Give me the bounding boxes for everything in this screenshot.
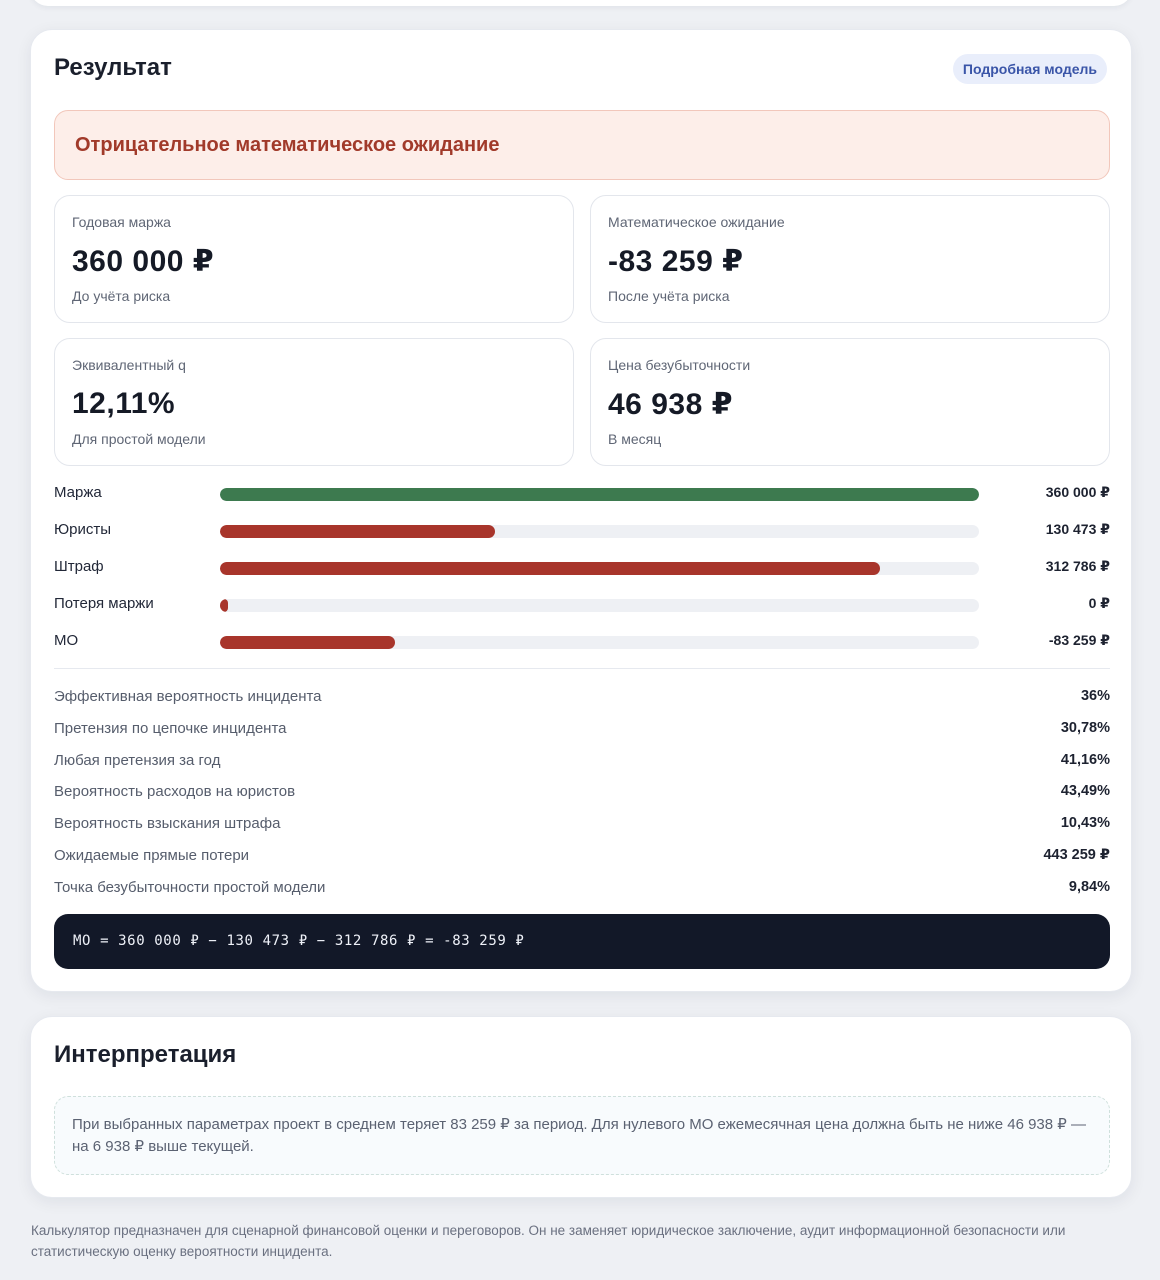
interpretation-title: Интерпретация — [54, 1041, 237, 1068]
stat-row: Вероятность расходов на юристов 43,49% — [54, 780, 1110, 812]
stat-label: Эффективная вероятность инцидента — [54, 688, 322, 705]
bar-track — [220, 525, 979, 538]
stat-label: Точка безубыточности простой модели — [54, 878, 326, 896]
bar-value: 0 ₽ — [1088, 595, 1110, 611]
bar-row-margin: Маржа 360 000 ₽ — [54, 480, 1110, 517]
stat-row: Вероятность взыскания штрафа 10,43% — [54, 812, 1110, 844]
breakdown-bars: Маржа 360 000 ₽ Юристы 130 473 ₽ Штраф 3… — [54, 480, 1110, 665]
bar-value: 312 786 ₽ — [1045, 558, 1110, 574]
interpretation-card: Интерпретация При выбранных параметрах п… — [30, 1016, 1132, 1198]
stat-value: 10,43% — [1060, 815, 1110, 832]
metric-equivalent-q: Эквивалентный q 12,11% Для простой модел… — [54, 338, 574, 466]
bar-fill — [220, 562, 880, 575]
bar-label: Штраф — [54, 558, 104, 575]
stat-label: Претензия по цепочке инцидента — [54, 719, 287, 737]
probability-stats: Эффективная вероятность инцидента 36% Пр… — [54, 685, 1110, 908]
interpretation-text: При выбранных параметрах проект в средне… — [54, 1096, 1110, 1175]
bar-track — [220, 562, 979, 575]
metric-label: Математическое ожидание — [608, 214, 785, 230]
metric-value: -83 259 ₽ — [608, 245, 744, 278]
stat-value: 30,78% — [1060, 719, 1110, 736]
bar-row-lawyers: Юристы 130 473 ₽ — [54, 517, 1110, 554]
bar-row-penalty: Штраф 312 786 ₽ — [54, 554, 1110, 591]
disclaimer: Калькулятор предназначен для сценарной ф… — [31, 1223, 1066, 1259]
metric-label: Цена безубыточности — [608, 357, 751, 373]
bar-row-margin-loss: Потеря маржи 0 ₽ — [54, 591, 1110, 628]
metric-sub: После учёта риска — [608, 288, 730, 304]
metric-annual-margin: Годовая маржа 360 000 ₽ До учёта риска — [54, 195, 574, 323]
bar-track — [220, 636, 979, 649]
metric-value: 46 938 ₽ — [608, 388, 733, 421]
result-title: Результат — [54, 54, 172, 81]
stat-row: Ожидаемые прямые потери 443 259 ₽ — [54, 844, 1110, 876]
bar-fill — [220, 599, 228, 612]
negative-expectation-alert: Отрицательное математическое ожидание — [54, 110, 1110, 180]
stat-row: Точка безубыточности простой модели 9,84… — [54, 876, 1110, 908]
previous-card-edge — [30, 0, 1132, 6]
bar-track — [220, 488, 979, 501]
stat-label: Любая претензия за год — [54, 751, 221, 769]
bar-value: 130 473 ₽ — [1045, 521, 1110, 537]
bar-track — [220, 599, 979, 612]
bar-row-expected-value: МО -83 259 ₽ — [54, 628, 1110, 665]
bar-label: МО — [54, 632, 79, 649]
stat-row: Эффективная вероятность инцидента 36% — [54, 685, 1110, 717]
stat-row: Претензия по цепочке инцидента 30,78% — [54, 717, 1110, 749]
bar-label: Потеря маржи — [54, 595, 154, 612]
result-card: Результат Подробная модель Отрицательное… — [30, 29, 1132, 992]
bar-fill — [220, 488, 979, 501]
bar-fill — [220, 525, 495, 538]
metric-breakeven-price: Цена безубыточности 46 938 ₽ В месяц — [590, 338, 1110, 466]
metric-sub: Для простой модели — [72, 431, 206, 447]
metric-expected-value: Математическое ожидание -83 259 ₽ После … — [590, 195, 1110, 323]
stat-label: Вероятность взыскания штрафа — [54, 815, 281, 833]
bar-label: Юристы — [54, 521, 112, 538]
stat-row: Любая претензия за год 41,16% — [54, 749, 1110, 781]
stat-label: Вероятность расходов на юристов — [54, 783, 296, 801]
bar-label: Маржа — [54, 484, 102, 501]
stat-value: 43,49% — [1060, 783, 1110, 800]
bar-value: 360 000 ₽ — [1045, 484, 1110, 500]
stat-value: 443 259 ₽ — [1043, 846, 1110, 863]
divider — [54, 668, 1110, 669]
metric-sub: В месяц — [608, 431, 662, 447]
bar-value: -83 259 ₽ — [1048, 632, 1110, 648]
stat-value: 36% — [1080, 688, 1110, 704]
metric-sub: До учёта риска — [72, 288, 171, 304]
metric-label: Эквивалентный q — [72, 357, 186, 373]
stat-label: Ожидаемые прямые потери — [54, 846, 250, 864]
metric-label: Годовая маржа — [72, 214, 171, 230]
expected-value-formula: МО = 360 000 ₽ − 130 473 ₽ − 312 786 ₽ =… — [54, 914, 1110, 969]
stat-value: 41,16% — [1060, 751, 1110, 768]
model-type-badge: Подробная модель — [952, 54, 1107, 84]
metric-value: 12,11% — [72, 387, 176, 420]
bar-fill — [220, 636, 396, 649]
stat-value: 9,84% — [1068, 878, 1110, 895]
metric-value: 360 000 ₽ — [72, 245, 215, 278]
